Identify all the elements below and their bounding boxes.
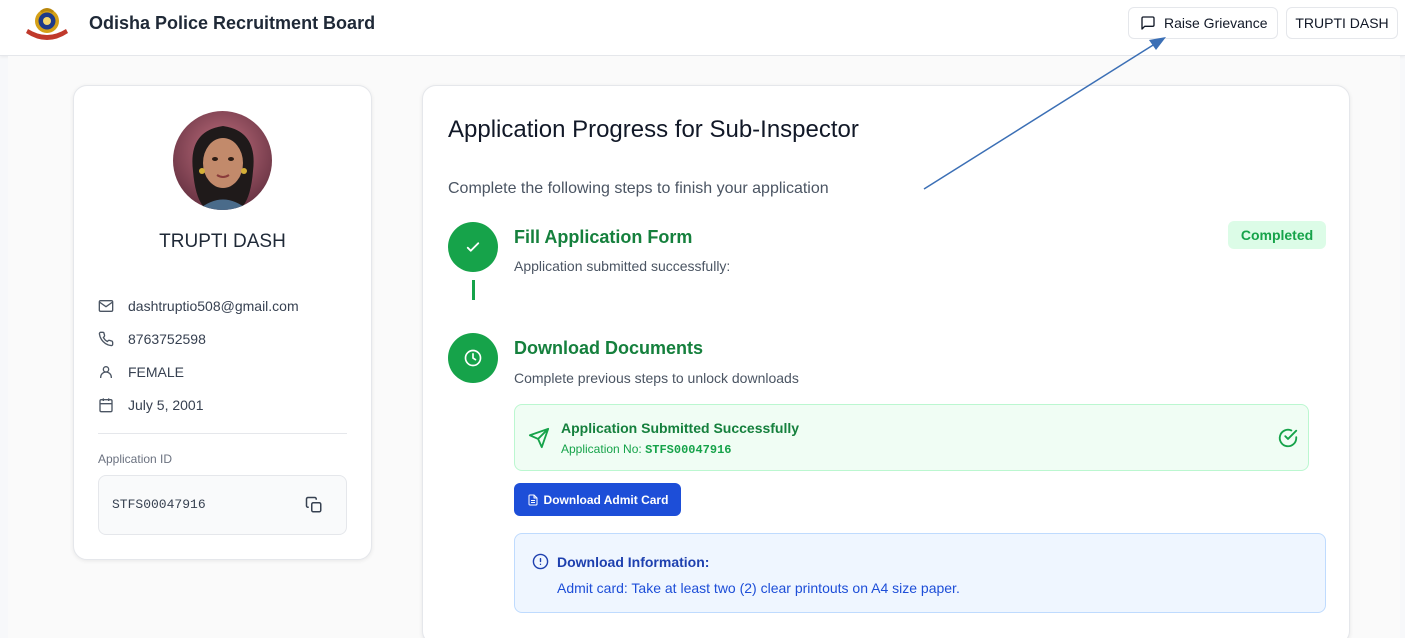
profile-name: TRUPTI DASH [159,231,286,252]
avatar [173,111,272,210]
application-id-value: STFS00047916 [112,497,206,512]
file-icon [528,494,538,505]
completed-badge: Completed [1228,221,1326,249]
application-number-label: Application No: [561,442,642,456]
application-progress-card: Application Progress for Sub-Inspector C… [422,85,1350,638]
message-square-icon [1141,16,1155,30]
application-id-label: Application ID [98,452,173,466]
brand-title: Odisha Police Recruitment Board [89,13,376,33]
dob-value: July 5, 2001 [128,397,204,413]
step-1-circle [448,222,498,272]
step-1-description: Application submitted successfully: [514,258,731,274]
user-icon [100,366,112,378]
application-number-line: Application No: STFS00047916 [561,442,731,457]
check-circle-icon [1278,428,1298,448]
submission-success-box: Application Submitted Successfully Appli… [514,404,1309,471]
step-connector-line [472,280,475,300]
mail-icon [98,300,114,312]
clock-icon [464,349,482,367]
step-2-description: Complete previous steps to unlock downlo… [514,370,799,386]
progress-subtitle: Complete the following steps to finish y… [448,180,829,197]
email-row: dashtruptio508@gmail.com [98,296,299,316]
email-value: dashtruptio508@gmail.com [128,298,299,314]
profile-photo [173,111,272,210]
phone-row: 8763752598 [98,329,206,349]
download-admit-card-label: Download Admit Card [543,492,669,507]
raise-grievance-button[interactable]: Raise Grievance [1128,7,1278,39]
check-icon [466,242,480,252]
gender-row: FEMALE [98,362,184,382]
dob-row: July 5, 2001 [98,395,204,415]
user-menu-button[interactable]: TRUPTI DASH [1286,7,1398,39]
application-number-value: STFS00047916 [645,443,732,457]
police-emblem-logo [26,8,68,40]
phone-icon [98,331,114,347]
step-2-circle [448,333,498,383]
profile-card: TRUPTI DASH dashtruptio508@gmail.com 876… [73,85,372,560]
top-header: Odisha Police Recruitment Board Raise Gr… [0,0,1405,56]
download-admit-card-button[interactable]: Download Admit Card [514,483,681,516]
download-information-box: Download Information: Admit card: Take a… [514,533,1326,613]
phone-value: 8763752598 [128,331,206,347]
divider [98,433,347,434]
copy-icon[interactable] [305,496,323,514]
step-1-title: Fill Application Form [514,227,693,247]
step-2-title: Download Documents [514,338,704,358]
calendar-icon [99,398,113,413]
send-icon [528,427,550,449]
progress-title: Application Progress for Sub-Inspector [448,116,859,143]
gender-value: FEMALE [128,364,185,380]
application-id-box: STFS00047916 [98,475,347,535]
raise-grievance-label: Raise Grievance [1164,15,1268,31]
success-title: Application Submitted Successfully [561,420,800,436]
info-icon [532,553,549,570]
user-menu-label: TRUPTI DASH [1295,15,1389,31]
download-information-text: Admit card: Take at least two (2) clear … [557,580,960,596]
download-information-title: Download Information: [557,554,710,570]
